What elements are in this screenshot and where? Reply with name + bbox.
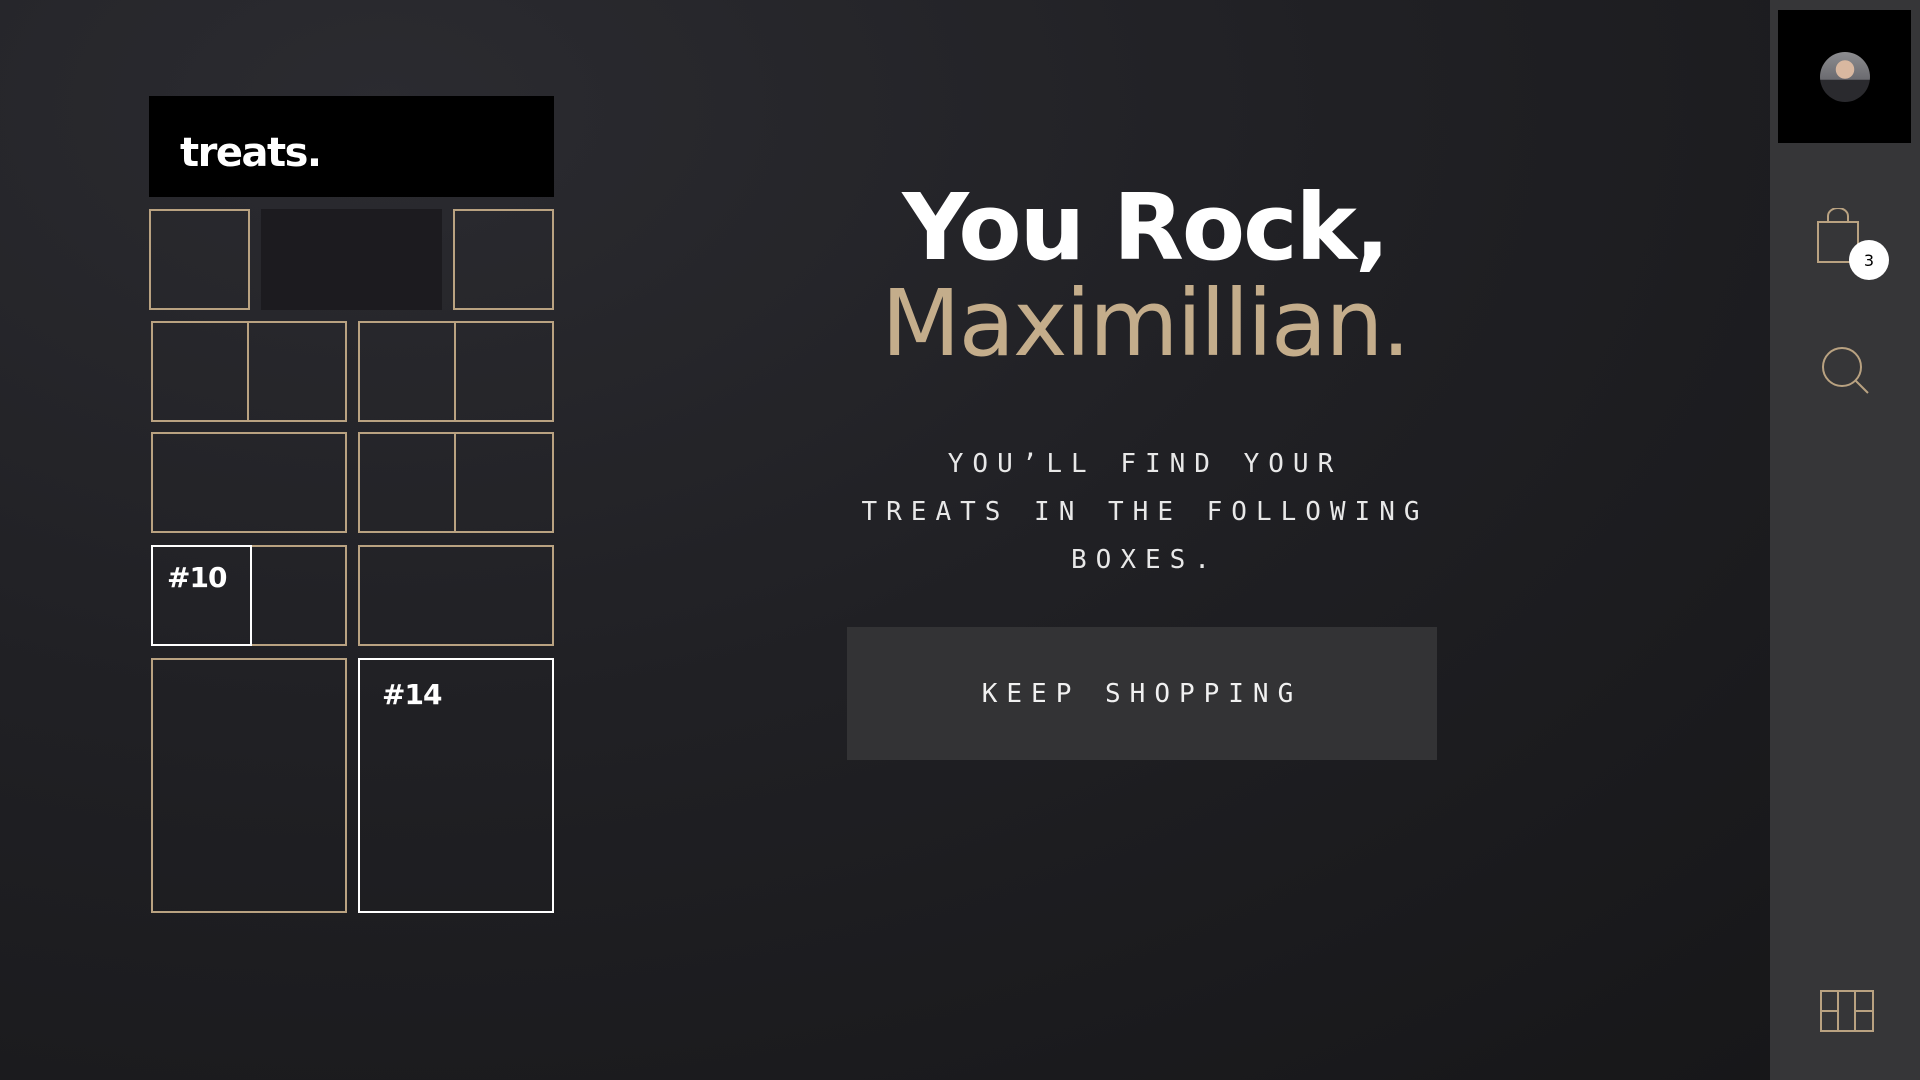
locker-box[interactable]	[358, 321, 554, 422]
instruction-line-1: YOU’LL FIND YOUR	[947, 449, 1343, 479]
instruction-line-2: TREATS IN THE FOLLOWING BOXES.	[861, 497, 1429, 575]
box-divider	[454, 323, 456, 420]
avatar	[1819, 51, 1870, 102]
search-icon	[1822, 347, 1869, 394]
keep-shopping-button[interactable]: KEEP SHOPPING	[847, 627, 1437, 760]
side-rail: 3	[1770, 0, 1920, 1080]
locker-map-button[interactable]	[1820, 990, 1874, 1034]
locker-box[interactable]	[358, 432, 554, 533]
locker-box[interactable]	[151, 321, 347, 422]
instruction-text: YOU’LL FIND YOUR TREATS IN THE FOLLOWING…	[780, 440, 1510, 584]
brand-header: treats.	[149, 96, 554, 197]
search-button[interactable]	[1820, 345, 1872, 397]
cart-button[interactable]: 3	[1815, 207, 1889, 284]
confirmation-heading: You Rock, Maximillian.	[780, 180, 1510, 372]
locker-box[interactable]	[149, 209, 250, 310]
box-divider	[247, 323, 249, 420]
locker-box-occupied	[261, 209, 442, 310]
locker-box[interactable]	[151, 432, 347, 533]
brand-logo: treats.	[180, 130, 322, 176]
locker-box-10[interactable]: #10	[151, 545, 252, 646]
locker-box-14[interactable]: #14	[358, 658, 554, 913]
greeting-text: You Rock,	[902, 174, 1390, 281]
box-number-label: #14	[382, 678, 442, 711]
locker-box[interactable]	[358, 545, 554, 646]
locker-box[interactable]	[151, 658, 347, 913]
box-number-label: #10	[167, 561, 227, 594]
locker-box[interactable]	[453, 209, 554, 310]
box-divider	[454, 434, 456, 531]
customer-name: Maximillian.	[881, 270, 1411, 377]
profile-button[interactable]	[1778, 10, 1911, 143]
locker-grid-icon	[1820, 990, 1874, 1032]
cart-count-badge: 3	[1849, 240, 1889, 280]
